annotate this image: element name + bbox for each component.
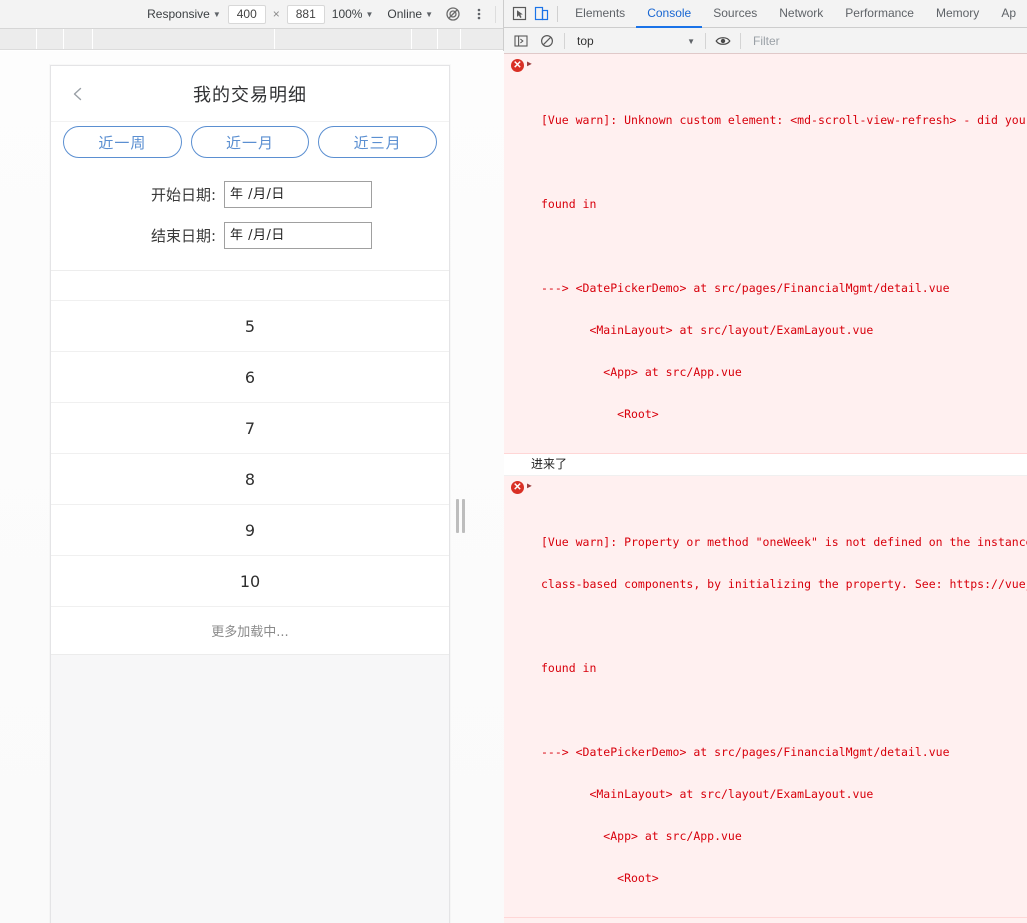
- toolbar-divider: [495, 5, 496, 23]
- tab-console[interactable]: Console: [636, 0, 703, 28]
- error-icon: ✕: [511, 59, 524, 72]
- start-date-row: 开始日期: 年 /月/日: [51, 174, 449, 215]
- viewport-resize-handle[interactable]: [455, 496, 465, 536]
- message-line: <Root>: [541, 407, 659, 421]
- tab-memory[interactable]: Memory: [925, 0, 990, 28]
- page-title: 我的交易明细: [193, 84, 307, 106]
- console-messages: ✕ ▶ [Vue warn]: Unknown custom element: …: [504, 54, 1027, 923]
- message-line: ---> <DatePickerDemo> at src/pages/Finan…: [541, 745, 950, 759]
- browser-devtools-window: Responsive ▼ 400 × 881 100% ▼ Online ▼ 我…: [0, 0, 1027, 923]
- console-message-error[interactable]: ✕ ▶ [Vue warn]: Unknown custom element: …: [504, 54, 1027, 454]
- expand-arrow-icon[interactable]: ▶: [527, 479, 532, 493]
- expand-arrow-icon[interactable]: ▶: [527, 57, 532, 71]
- console-toolbar-divider: [740, 32, 741, 49]
- message-line: class-based components, by initializing …: [541, 577, 1027, 591]
- message-line: [Vue warn]: Property or method "oneWeek"…: [541, 535, 1027, 549]
- tab-application[interactable]: Ap: [990, 0, 1027, 28]
- more-options-icon[interactable]: [466, 3, 492, 25]
- message-line: <MainLayout> at src/layout/ExamLayout.vu…: [541, 323, 874, 337]
- inspect-element-icon[interactable]: [508, 2, 531, 26]
- end-date-row: 结束日期: 年 /月/日: [51, 215, 449, 256]
- start-date-input[interactable]: 年 /月/日: [224, 181, 372, 208]
- message-line: found in: [541, 197, 597, 211]
- quick-range-buttons: 近一周 近一月 近三月: [51, 122, 449, 170]
- loading-more-indicator: 更多加载中...: [51, 607, 449, 655]
- clear-console-icon[interactable]: [534, 29, 560, 53]
- viewport-height-input[interactable]: 881: [286, 4, 325, 24]
- viewport-ruler: [0, 29, 503, 50]
- message-line: [531, 619, 1027, 633]
- execution-context-selector[interactable]: top ▼: [569, 31, 701, 51]
- network-throttle-label: Online: [387, 7, 423, 21]
- message-line: <Root>: [541, 871, 659, 885]
- transaction-list: 5 6 7 8 9 10 更多加载中...: [51, 271, 449, 895]
- message-line: <App> at src/App.vue: [541, 829, 742, 843]
- viewport-width-input[interactable]: 400: [227, 4, 266, 24]
- execution-context-label: top: [577, 33, 594, 48]
- zoom-level-label: 100%: [331, 7, 363, 21]
- console-sidebar-icon[interactable]: [508, 29, 534, 53]
- message-line: found in: [541, 661, 597, 675]
- mobile-header: 我的交易明细: [51, 66, 449, 122]
- tab-elements[interactable]: Elements: [564, 0, 636, 28]
- devtools-tabbar: Elements Console Sources Network Perform…: [504, 0, 1027, 28]
- back-chevron-icon[interactable]: [65, 81, 91, 107]
- message-line: [531, 239, 1027, 253]
- range-button-one-month[interactable]: 近一月: [190, 126, 310, 158]
- date-range-form: 开始日期: 年 /月/日 结束日期: 年 /月/日: [51, 170, 449, 271]
- list-item[interactable]: 6: [51, 352, 449, 403]
- message-line: [531, 703, 1027, 717]
- device-emulation-pane: Responsive ▼ 400 × 881 100% ▼ Online ▼ 我…: [0, 0, 504, 923]
- start-date-label: 开始日期:: [150, 186, 216, 204]
- range-button-three-months[interactable]: 近三月: [318, 126, 438, 158]
- device-selector-label: Responsive: [147, 7, 210, 21]
- list-item[interactable]: 10: [51, 556, 449, 607]
- range-button-one-week[interactable]: 近一周: [63, 126, 182, 158]
- chevron-down-icon: ▼: [687, 36, 695, 46]
- mobile-viewport: 我的交易明细 近一周 近一月 近三月 开始日期: 年 /月/日 结束日期: 年 …: [50, 65, 450, 923]
- no-throttling-icon[interactable]: [440, 3, 466, 25]
- viewport-area: 我的交易明细 近一周 近一月 近三月 开始日期: 年 /月/日 结束日期: 年 …: [0, 51, 504, 923]
- device-toolbar: Responsive ▼ 400 × 881 100% ▼ Online ▼: [0, 0, 503, 29]
- chevron-down-icon: ▼: [365, 10, 374, 19]
- live-expression-icon[interactable]: [710, 29, 736, 53]
- console-toolbar-divider: [705, 32, 706, 49]
- list-item[interactable]: 7: [51, 403, 449, 454]
- error-icon: ✕: [511, 481, 524, 494]
- list-row-partial: [51, 271, 449, 301]
- toggle-device-toolbar-icon[interactable]: [531, 2, 554, 26]
- dimension-separator: ×: [272, 7, 280, 21]
- devtools-panel: Elements Console Sources Network Perform…: [504, 0, 1027, 923]
- tab-performance[interactable]: Performance: [834, 0, 925, 28]
- console-filter-input[interactable]: Filter: [745, 31, 1027, 51]
- end-date-input[interactable]: 年 /月/日: [224, 222, 372, 249]
- message-line: [Vue warn]: Unknown custom element: <md-…: [541, 113, 1027, 127]
- chevron-down-icon: ▼: [212, 10, 221, 19]
- end-date-label: 结束日期:: [150, 227, 216, 245]
- console-toolbar-divider: [564, 32, 565, 49]
- zoom-selector[interactable]: 100% ▼: [325, 4, 381, 25]
- list-tail-spacer: [51, 655, 449, 895]
- list-item[interactable]: 9: [51, 505, 449, 556]
- list-item[interactable]: 8: [51, 454, 449, 505]
- console-message-error[interactable]: ✕ ▶ [Vue warn]: Property or method "oneW…: [504, 476, 1027, 918]
- console-message-error[interactable]: ✕ ▶ [Vue warn]: Property or method "oneM…: [504, 918, 1027, 923]
- network-throttle-selector[interactable]: Online ▼: [380, 4, 440, 25]
- message-line: <MainLayout> at src/layout/ExamLayout.vu…: [541, 787, 874, 801]
- console-toolbar: top ▼ Filter: [504, 28, 1027, 54]
- device-selector[interactable]: Responsive ▼: [140, 4, 228, 25]
- message-line: ---> <DatePickerDemo> at src/pages/Finan…: [541, 281, 950, 295]
- console-message-log[interactable]: 进来了: [504, 454, 1027, 476]
- message-line: <App> at src/App.vue: [541, 365, 742, 379]
- chevron-down-icon: ▼: [425, 10, 433, 19]
- message-line: [531, 155, 1027, 169]
- tab-network[interactable]: Network: [768, 0, 834, 28]
- tabbar-divider: [557, 5, 559, 22]
- tab-sources[interactable]: Sources: [702, 0, 768, 28]
- list-item[interactable]: 5: [51, 301, 449, 352]
